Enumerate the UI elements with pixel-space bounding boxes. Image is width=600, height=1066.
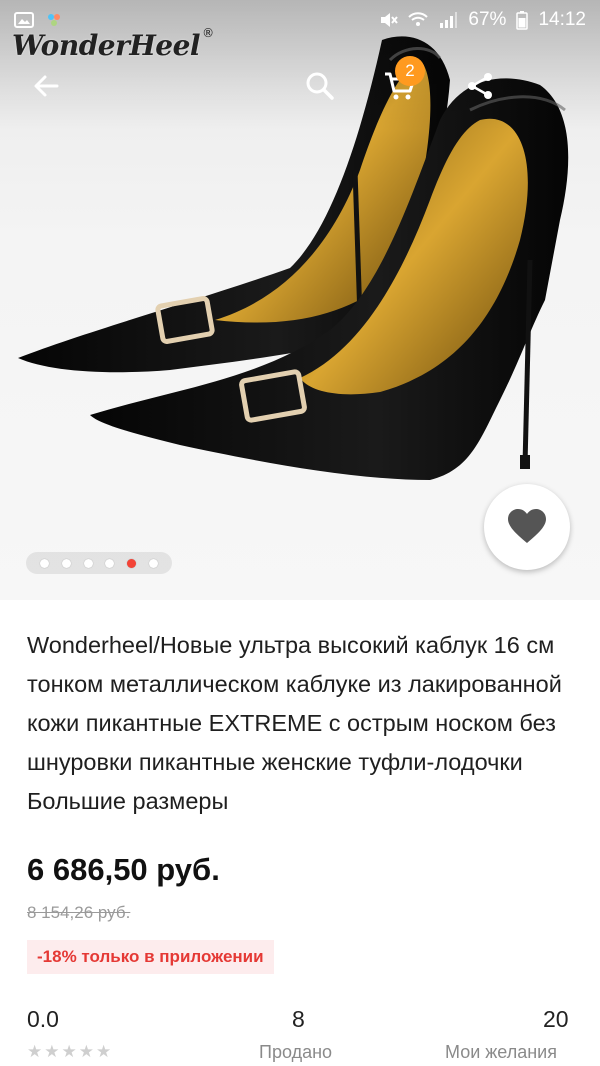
product-price: 6 686,50 руб.: [27, 852, 220, 887]
brand-name: WonderHeel: [12, 28, 201, 62]
product-title: Wonderheel/Новые ультра высокий каблук 1…: [27, 632, 562, 814]
gallery-dot: [40, 558, 50, 568]
battery-percent: 67%: [468, 9, 507, 30]
gallery-pagination-dots: [26, 552, 172, 574]
gallery-dot: [105, 558, 115, 568]
share-button[interactable]: [456, 62, 504, 110]
back-button[interactable]: [22, 62, 70, 110]
search-button[interactable]: [296, 62, 344, 110]
rating-stars[interactable]: ★★★★★: [27, 1042, 113, 1062]
app-discount-badge: -18% только в приложении: [27, 940, 274, 974]
heart-icon: [508, 509, 546, 543]
add-to-wishlist-button[interactable]: [484, 484, 570, 570]
signal-icon: [440, 12, 458, 28]
gallery-dot: [148, 558, 158, 568]
wishlist-count: 20: [543, 1006, 569, 1032]
product-old-price: 8 154,26 руб.: [27, 903, 131, 922]
battery-icon: [516, 11, 529, 30]
sold-label: Продано: [259, 1042, 333, 1062]
cart-count-badge: 2: [395, 56, 425, 86]
wifi-icon: [408, 12, 429, 26]
registered-mark: ®: [202, 26, 215, 40]
status-time: 14:12: [538, 9, 586, 30]
gallery-dot: [61, 558, 71, 568]
wishlist-label: Мои желания: [445, 1042, 557, 1062]
share-icon: [468, 73, 492, 99]
sold-count: 8: [292, 1006, 305, 1032]
gallery-dot: [126, 558, 136, 568]
mute-icon: [381, 13, 399, 27]
arrow-left-icon: [34, 75, 59, 97]
search-icon: [306, 72, 334, 100]
rating-value: 0.0: [27, 1006, 59, 1032]
brand-logo: WonderHeel ®: [12, 24, 214, 66]
gallery-dot: [83, 558, 93, 568]
